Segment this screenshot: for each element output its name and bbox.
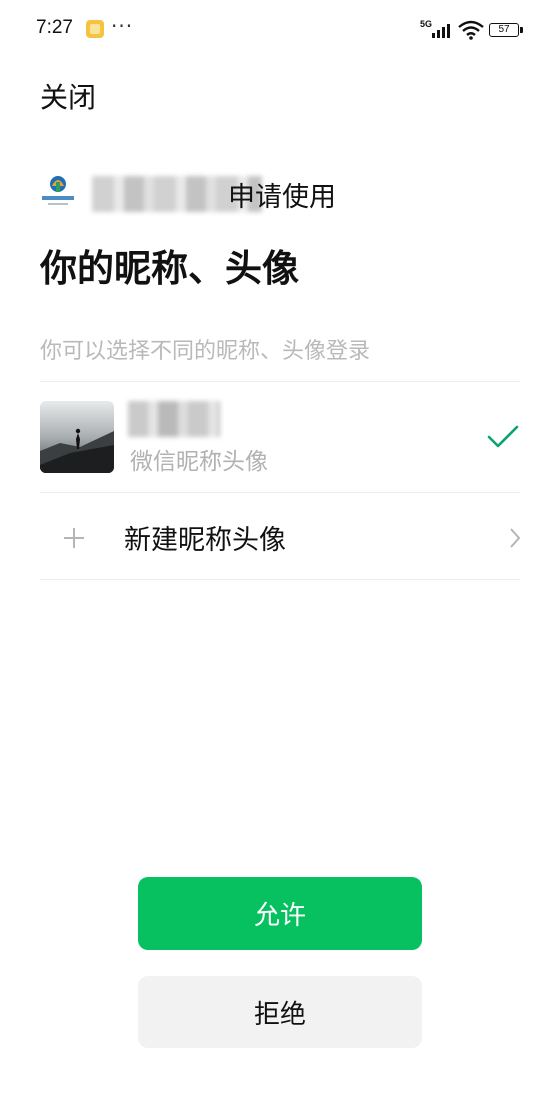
status-bar: 7:27 ··· 5G 57 <box>0 0 558 60</box>
checkmark-icon <box>487 425 519 448</box>
avatar <box>40 401 114 473</box>
wifi-icon <box>458 20 484 40</box>
close-button[interactable]: 关闭 <box>40 76 96 116</box>
app-request-row: 申请使用 <box>40 172 520 216</box>
app-request-label: 申请使用 <box>228 182 336 213</box>
new-profile-label: 新建昵称头像 <box>124 525 286 556</box>
allow-button[interactable]: 允许 <box>138 877 422 950</box>
battery-icon: 57 <box>489 23 523 37</box>
network-type-label: 5G <box>420 19 433 29</box>
nickname-redacted <box>128 401 220 437</box>
gallery-notification-icon <box>86 20 104 38</box>
status-time: 7:27 <box>36 17 73 38</box>
permission-title: 你的昵称、头像 <box>40 247 299 290</box>
permission-subtitle: 你可以选择不同的昵称、头像登录 <box>40 339 371 364</box>
reject-button[interactable]: 拒绝 <box>138 976 422 1048</box>
divider-bottom <box>40 579 520 580</box>
app-logo-icon <box>42 176 74 205</box>
wechat-profile-label: 微信昵称头像 <box>130 449 268 475</box>
more-notifications-icon: ··· <box>111 14 134 38</box>
cell-signal-icon <box>432 22 452 38</box>
plus-icon <box>64 528 84 548</box>
chevron-right-icon <box>510 528 521 548</box>
